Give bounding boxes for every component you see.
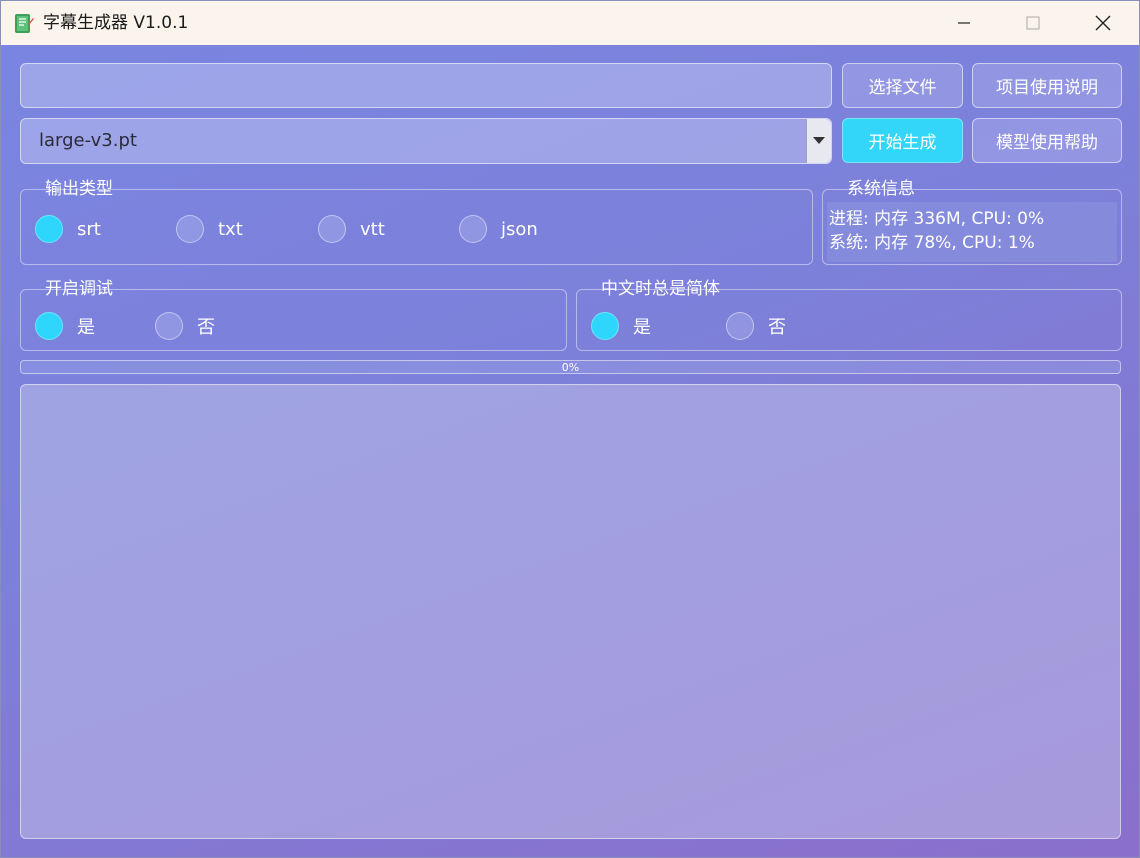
app-icon [15, 14, 34, 33]
system-info: 系统: 内存 78%, CPU: 1% [829, 233, 1035, 253]
minimize-button[interactable] [929, 1, 999, 45]
radio-label: txt [218, 218, 243, 240]
maximize-icon [1026, 16, 1040, 30]
app-window: 字幕生成器 V1.0.1 选择文件 项目使用说明 large-v3.pt 开始生… [0, 0, 1140, 858]
radio-debug-no[interactable]: 否 [155, 312, 215, 340]
debug-group: 开启调试 是 否 [20, 279, 567, 351]
title-bar[interactable]: 字幕生成器 V1.0.1 [1, 1, 1139, 45]
radio-indicator [591, 312, 619, 340]
model-help-button[interactable]: 模型使用帮助 [972, 118, 1122, 163]
window-title: 字幕生成器 V1.0.1 [43, 13, 189, 33]
model-select[interactable]: large-v3.pt [20, 118, 832, 164]
simplified-chinese-group: 中文时总是简体 是 否 [576, 279, 1122, 351]
group-title: 中文时总是简体 [601, 279, 720, 299]
radio-indicator [176, 215, 204, 243]
radio-label: 是 [633, 317, 651, 338]
group-title: 开启调试 [45, 279, 113, 299]
dropdown-button[interactable] [806, 119, 831, 163]
radio-label: 是 [77, 317, 95, 338]
system-info-box: 进程: 内存 336M, CPU: 0% 系统: 内存 78%, CPU: 1% [827, 202, 1117, 262]
radio-label: vtt [360, 218, 385, 240]
radio-label: 否 [768, 317, 786, 338]
radio-vtt[interactable]: vtt [318, 215, 385, 243]
radio-simplified-yes[interactable]: 是 [591, 312, 651, 340]
progress-text: 0% [561, 361, 580, 374]
progress-bar: 0% [20, 360, 1121, 374]
radio-indicator [155, 312, 183, 340]
select-file-button[interactable]: 选择文件 [842, 63, 963, 108]
chevron-down-icon [813, 137, 825, 144]
close-icon [1095, 15, 1111, 31]
maximize-button[interactable] [998, 1, 1068, 45]
radio-indicator [318, 215, 346, 243]
radio-indicator [35, 215, 63, 243]
radio-simplified-no[interactable]: 否 [726, 312, 786, 340]
system-info-group: 系统信息 进程: 内存 336M, CPU: 0% 系统: 内存 78%, CP… [822, 179, 1122, 265]
close-button[interactable] [1068, 1, 1138, 45]
radio-json[interactable]: json [459, 215, 538, 243]
project-help-button[interactable]: 项目使用说明 [972, 63, 1122, 108]
radio-txt[interactable]: txt [176, 215, 243, 243]
radio-label: json [501, 218, 538, 240]
radio-indicator [459, 215, 487, 243]
start-generate-button[interactable]: 开始生成 [842, 118, 963, 163]
output-type-group: 输出类型 srt txt vtt json [20, 179, 813, 265]
minimize-icon [958, 22, 970, 24]
group-title: 系统信息 [847, 179, 915, 199]
model-select-value: large-v3.pt [39, 130, 137, 151]
radio-indicator [726, 312, 754, 340]
radio-indicator [35, 312, 63, 340]
radio-label: 否 [197, 317, 215, 338]
group-title: 输出类型 [45, 179, 113, 199]
radio-label: srt [77, 218, 101, 240]
radio-debug-yes[interactable]: 是 [35, 312, 95, 340]
output-log-area[interactable] [20, 384, 1121, 839]
file-path-input[interactable] [20, 63, 832, 108]
process-info: 进程: 内存 336M, CPU: 0% [829, 209, 1045, 229]
radio-srt[interactable]: srt [35, 215, 101, 243]
